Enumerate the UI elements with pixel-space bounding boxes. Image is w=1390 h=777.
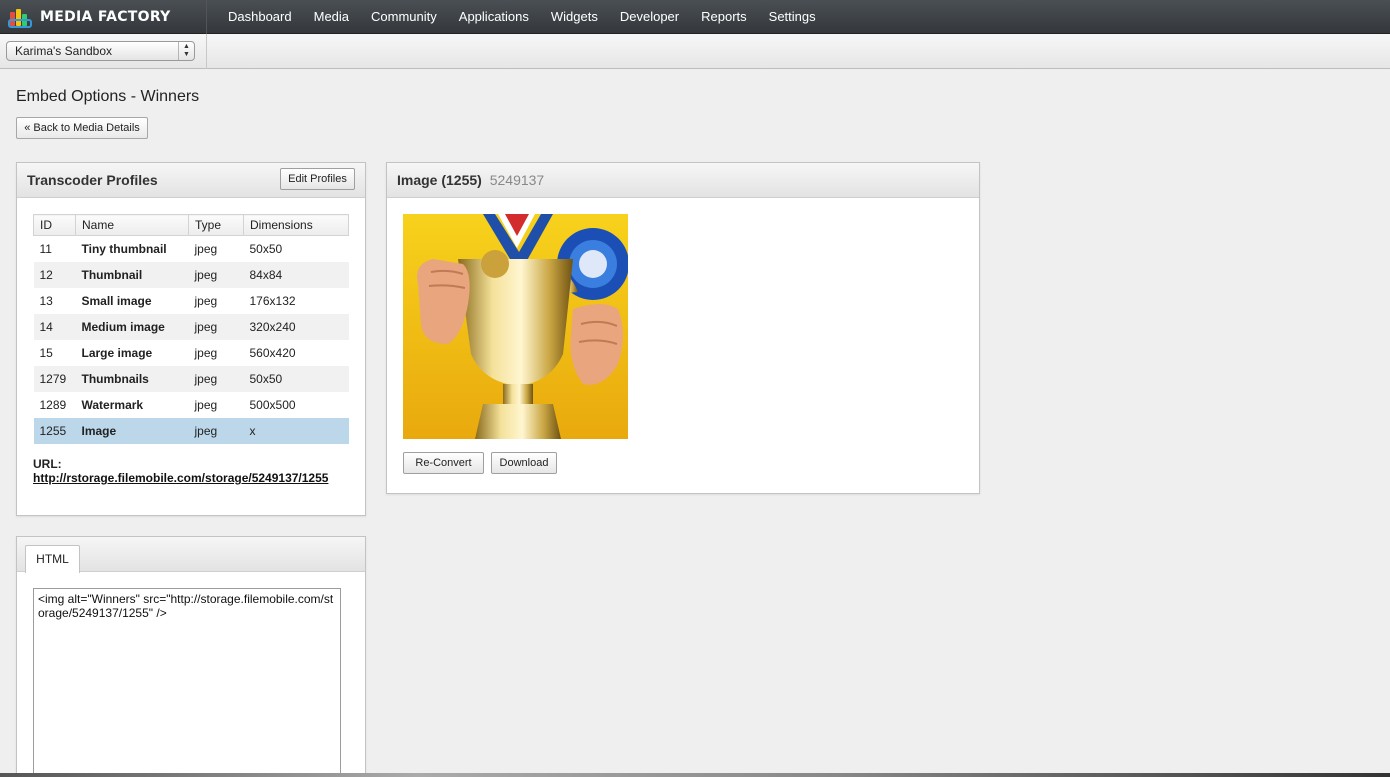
- cell-id: 11: [39, 241, 52, 256]
- back-to-media-details-button[interactable]: « Back to Media Details: [16, 117, 148, 139]
- panel-title: Transcoder Profiles: [27, 172, 158, 188]
- table-row[interactable]: 1279 Thumbnails jpeg 50x50: [33, 365, 349, 392]
- top-nav-bar: MEDIA FACTORY Dashboard Media Community …: [0, 0, 1390, 34]
- table-row[interactable]: 11 Tiny thumbnail jpeg 50x50: [34, 236, 349, 262]
- sandbox-area: Karima's Sandbox ▲ ▼: [0, 34, 207, 69]
- column-header-dimensions[interactable]: Dimensions: [243, 214, 349, 236]
- cell-id: 1279: [33, 365, 76, 392]
- embed-code-panel: HTML <img alt="Winners" src="http://stor…: [16, 536, 366, 777]
- nav-media[interactable]: Media: [303, 0, 360, 34]
- cell-id: 14: [33, 313, 76, 340]
- cell-type: jpeg: [188, 417, 244, 444]
- table-header-row: ID Name Type Dimensions: [33, 214, 349, 236]
- cell-type: jpeg: [188, 313, 244, 340]
- cell-dimensions: 50x50: [243, 365, 349, 392]
- select-arrows-icon: ▲ ▼: [178, 42, 194, 60]
- cell-name: Tiny thumbnail: [81, 241, 167, 256]
- nav-settings[interactable]: Settings: [758, 0, 827, 34]
- cell-dimensions: 500x500: [249, 397, 296, 412]
- cell-type: jpeg: [188, 365, 244, 392]
- nav-dashboard[interactable]: Dashboard: [217, 0, 303, 34]
- trophy-image: [403, 214, 628, 439]
- cell-dimensions: 560x420: [249, 345, 296, 360]
- cell-dimensions: 50x50: [249, 241, 283, 256]
- edit-profiles-button[interactable]: Edit Profiles: [280, 168, 355, 190]
- nav-widgets[interactable]: Widgets: [540, 0, 609, 34]
- cell-type: jpeg: [194, 397, 218, 412]
- cell-name: Watermark: [81, 397, 144, 412]
- table-row[interactable]: 14 Medium image jpeg 320x240: [33, 313, 349, 340]
- tab-html[interactable]: HTML: [25, 545, 80, 573]
- table-row[interactable]: 13 Small image jpeg 176x132: [34, 288, 349, 314]
- media-factory-logo-icon: [8, 8, 32, 28]
- cell-dimensions: 84x84: [243, 261, 349, 288]
- bottom-edge: [0, 773, 1390, 777]
- embed-panel-header: HTML: [17, 537, 365, 573]
- brand[interactable]: MEDIA FACTORY: [0, 0, 207, 34]
- reconvert-button[interactable]: Re-Convert: [403, 452, 484, 474]
- profiles-table: ID Name Type Dimensions 11 Tiny thumbnai…: [33, 214, 349, 444]
- cell-type: jpeg: [194, 241, 218, 256]
- main-nav: Dashboard Media Community Applications W…: [207, 0, 827, 34]
- download-button[interactable]: Download: [491, 452, 557, 474]
- nav-applications[interactable]: Applications: [448, 0, 540, 34]
- sandbox-select-value: Karima's Sandbox: [15, 44, 113, 58]
- cell-dimensions: 176x132: [249, 293, 296, 308]
- transcoder-profiles-panel: Transcoder Profiles Edit Profiles ID Nam…: [16, 162, 366, 516]
- cell-type: jpeg: [194, 345, 218, 360]
- image-preview-panel: Image (1255) 5249137 Re-Convert Download: [386, 162, 980, 494]
- cell-id: 15: [39, 345, 53, 360]
- panel-header: Transcoder Profiles Edit Profiles: [17, 163, 365, 198]
- image-title: Image (1255): [397, 172, 482, 188]
- page-title: Embed Options - Winners: [16, 88, 200, 105]
- sandbox-select[interactable]: Karima's Sandbox ▲ ▼: [6, 41, 195, 61]
- cell-name: Image: [75, 417, 189, 444]
- sub-bar: Karima's Sandbox ▲ ▼: [0, 34, 1390, 69]
- image-panel-header: Image (1255) 5249137: [387, 163, 979, 198]
- cell-dimensions: 320x240: [243, 313, 349, 340]
- nav-community[interactable]: Community: [360, 0, 448, 34]
- cell-type: jpeg: [194, 293, 218, 308]
- table-row[interactable]: 12 Thumbnail jpeg 84x84: [33, 261, 349, 288]
- cell-id: 13: [39, 293, 53, 308]
- nav-reports[interactable]: Reports: [690, 0, 758, 34]
- cell-name: Thumbnails: [75, 365, 189, 392]
- table-row[interactable]: 1289 Watermark jpeg 500x500: [34, 392, 349, 418]
- image-panel-title: Image (1255) 5249137: [397, 172, 544, 188]
- cell-id: 12: [33, 261, 76, 288]
- url-label: URL:: [33, 457, 62, 471]
- nav-developer[interactable]: Developer: [609, 0, 690, 34]
- column-header-type[interactable]: Type: [188, 214, 244, 236]
- table-row-selected[interactable]: 1255 Image jpeg x: [33, 417, 349, 444]
- cell-name: Large image: [81, 345, 153, 360]
- brand-name: MEDIA FACTORY: [40, 8, 171, 25]
- table-row[interactable]: 15 Large image jpeg 560x420: [34, 340, 349, 366]
- cell-type: jpeg: [188, 261, 244, 288]
- cell-name: Thumbnail: [75, 261, 189, 288]
- storage-url-link[interactable]: http://rstorage.filemobile.com/storage/5…: [33, 471, 328, 485]
- media-id: 5249137: [489, 172, 545, 188]
- cell-name: Medium image: [75, 313, 189, 340]
- cell-id: 1255: [33, 417, 76, 444]
- embed-code-textarea[interactable]: <img alt="Winners" src="http://storage.f…: [33, 588, 341, 777]
- column-header-id[interactable]: ID: [33, 214, 76, 236]
- cell-name: Small image: [81, 293, 152, 308]
- cell-dimensions: x: [243, 417, 349, 444]
- trophy-image-icon: [403, 214, 628, 439]
- cell-id: 1289: [39, 397, 67, 412]
- column-header-name[interactable]: Name: [75, 214, 189, 236]
